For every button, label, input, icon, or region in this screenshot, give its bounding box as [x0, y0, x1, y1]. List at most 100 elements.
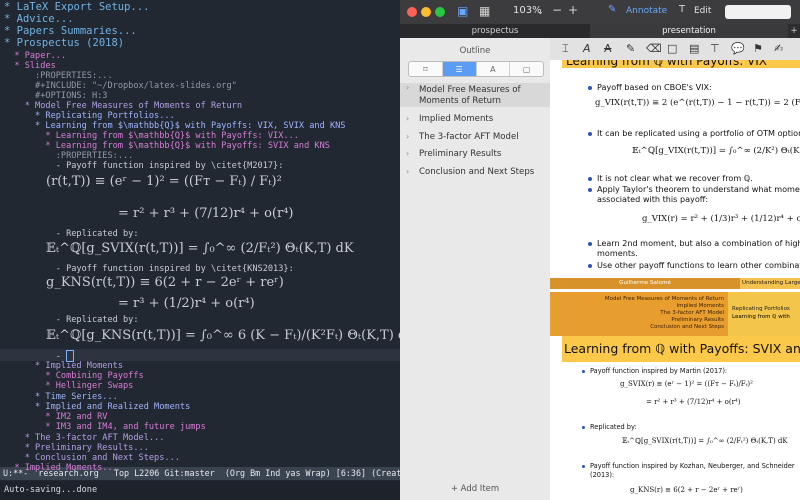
- tab-prospectus[interactable]: prospectus: [400, 24, 590, 38]
- nav-section-link[interactable]: Preliminary Results: [671, 317, 724, 323]
- outline-item-aft-model[interactable]: › The 3-factor AFT Model: [400, 132, 550, 144]
- footer-title: Understanding Large: [740, 278, 800, 289]
- zoom-window-button[interactable]: [435, 7, 445, 17]
- slide-equation: g_VIX(r) = r² + (1/3)r³ + (1/12)r⁴ + o(r…: [642, 214, 800, 224]
- org-list-item: - Replicated by:: [4, 315, 139, 325]
- org-properties-drawer[interactable]: :PROPERTIES:...: [4, 71, 113, 81]
- tab-bar: prospectus presentation +: [400, 24, 800, 38]
- edit-text-icon[interactable]: T: [679, 4, 685, 15]
- nav-section-link[interactable]: Model Free Measures of Moments of Return: [605, 296, 724, 302]
- org-list-item: - Payoff function inspired by \citet{M20…: [4, 161, 284, 171]
- org-heading[interactable]: * IM2 and RV: [4, 412, 107, 422]
- org-keyword-line: #+INCLUDE: "~/Dropbox/latex-slides.org": [4, 81, 237, 91]
- org-heading[interactable]: * IM3 and IM4, and future jumps: [4, 422, 205, 432]
- slide-bullet: Apply Taylor's theorem to understand wha…: [588, 184, 800, 194]
- slide-bullet: Payoff function inspired by Martin (2017…: [582, 367, 727, 375]
- chevron-right-icon[interactable]: ›: [406, 167, 409, 176]
- text-box-icon[interactable]: ⊤: [710, 42, 720, 55]
- comment-icon[interactable]: 💬: [731, 42, 745, 55]
- org-heading[interactable]: * Advice...: [4, 13, 74, 25]
- outline-item-preliminary-results[interactable]: › Preliminary Results: [400, 149, 550, 161]
- annotate-pen-icon[interactable]: ✎: [608, 4, 616, 15]
- new-tab-button[interactable]: +: [788, 24, 800, 38]
- org-heading[interactable]: * Prospectus (2018): [4, 37, 124, 49]
- annotation-toolbar: ⌶ A A ✎ ⌫ □ ▤ ⊤ 💬 ⚑ ✍: [550, 38, 800, 61]
- text-select-icon[interactable]: ⌶: [562, 42, 569, 56]
- chevron-right-icon[interactable]: ›: [406, 132, 409, 141]
- org-buffer[interactable]: * LaTeX Export Setup... * Advice... * Pa…: [0, 0, 400, 464]
- chevron-right-icon[interactable]: ›: [406, 114, 409, 123]
- text-style-icon[interactable]: A: [583, 42, 591, 55]
- pdf-page[interactable]: Learning from ℚ with Payoffs: VIX Payoff…: [550, 60, 800, 500]
- sidebar-toggle-icon[interactable]: ▣: [457, 4, 468, 18]
- footer-author: Guilherme Salomé: [550, 278, 740, 289]
- outline-sidebar: Outline ⌑ ☰ A ▢ › Model Free Measures of…: [400, 38, 551, 500]
- org-heading[interactable]: * Time Series...: [4, 392, 118, 402]
- edit-button[interactable]: Edit: [694, 6, 711, 16]
- thumbnail-grid-icon[interactable]: ▦: [479, 4, 490, 18]
- emacs-window[interactable]: * LaTeX Export Setup... * Advice... * Pa…: [0, 0, 400, 500]
- pdf-viewer-window[interactable]: ▣ ▦ 103% ⌄ − + ✎ Annotate T Edit prospec…: [400, 0, 800, 500]
- org-heading[interactable]: * Implied Moments...: [4, 463, 117, 473]
- note-icon[interactable]: ▤: [689, 42, 699, 55]
- nav-section-link[interactable]: Implied Moments: [676, 303, 724, 309]
- slide-equation: g_SVIX(r) ≡ (eʳ − 1)² = ((Fᴛ − Fₜ)/Fₜ)²: [620, 380, 753, 388]
- org-heading[interactable]: * Slides: [4, 61, 55, 71]
- close-window-button[interactable]: [407, 7, 417, 17]
- org-heading[interactable]: * Implied and Realized Moments: [4, 402, 190, 412]
- org-heading[interactable]: * The 3-factor AFT Model...: [4, 433, 165, 443]
- annotations-icon[interactable]: A: [477, 62, 511, 76]
- chevron-right-icon[interactable]: ›: [406, 149, 409, 158]
- slide-title-vix: Learning from ℚ with Payoffs: VIX: [562, 60, 800, 68]
- outline-item-conclusion[interactable]: › Conclusion and Next Steps: [400, 167, 550, 179]
- org-heading[interactable]: * LaTeX Export Setup...: [4, 1, 149, 13]
- slide-bullet: Replicated by:: [582, 423, 637, 431]
- org-heading[interactable]: * Implied Moments: [4, 361, 123, 371]
- nav-subsection-link[interactable]: Learning from ℚ with: [732, 314, 790, 320]
- org-heading[interactable]: * Combining Payoffs: [4, 371, 143, 381]
- eraser-icon[interactable]: ⌫: [646, 42, 662, 55]
- org-list-item: - Payoff function inspired by \citet{KNS…: [4, 264, 294, 274]
- outline-list-icon[interactable]: ☰: [442, 62, 477, 76]
- nav-section-link[interactable]: Conclusion and Next Steps: [650, 324, 724, 330]
- shape-icon[interactable]: □: [667, 42, 677, 55]
- org-heading[interactable]: * Learning from $\mathbb{Q}$ with Payoff…: [4, 121, 345, 131]
- beamer-navigation-header: Model Free Measures of Moments of Return…: [550, 292, 800, 336]
- bookmark-icon[interactable]: ⌑: [409, 62, 443, 76]
- search-input[interactable]: [725, 5, 791, 19]
- slide-equation: 𝔼ₜ^ℚ[g_SVIX(r(t,T))] = ∫₀^∞ (2/Fₜ²) Θₜ(K…: [622, 437, 788, 445]
- pen-icon[interactable]: ✎: [626, 42, 635, 55]
- nav-subsection-link[interactable]: Replicating Portfolios: [732, 306, 790, 312]
- org-heading[interactable]: * Learning from $\mathbb{Q}$ with Payoff…: [4, 131, 299, 141]
- org-heading[interactable]: * Learning from $\mathbb{Q}$ with Payoff…: [4, 141, 330, 151]
- org-properties-drawer[interactable]: :PROPERTIES:...: [4, 151, 134, 161]
- org-heading[interactable]: * Hellinger Swaps: [4, 381, 133, 391]
- slide-bullet: It can be replicated using a portfolio o…: [588, 128, 800, 138]
- minimize-window-button[interactable]: [421, 7, 431, 17]
- title-bar: ▣ ▦ 103% ⌄ − + ✎ Annotate T Edit: [400, 0, 800, 24]
- annotate-button[interactable]: Annotate: [626, 6, 667, 16]
- org-heading[interactable]: * Papers Summaries...: [4, 25, 137, 37]
- tab-presentation[interactable]: presentation: [590, 24, 788, 38]
- org-heading[interactable]: * Replicating Portfolios...: [4, 111, 175, 121]
- page-thumbnail-icon[interactable]: ▢: [510, 62, 543, 76]
- zoom-out-icon[interactable]: −: [552, 3, 562, 17]
- outline-item-implied-moments[interactable]: › Implied Moments: [400, 114, 550, 126]
- org-heading[interactable]: * Preliminary Results...: [4, 443, 149, 453]
- chevron-down-icon[interactable]: ⌄: [537, 7, 544, 16]
- list-bullet: -: [4, 351, 67, 362]
- strikethrough-icon[interactable]: A: [604, 42, 612, 55]
- nav-section-link[interactable]: The 3-factor AFT Model: [660, 310, 724, 316]
- signature-icon[interactable]: ✍: [774, 42, 783, 55]
- zoom-in-icon[interactable]: +: [568, 3, 578, 17]
- minibuffer[interactable]: Auto-saving...done: [0, 481, 400, 500]
- org-heading[interactable]: * Conclusion and Next Steps...: [4, 453, 180, 463]
- stamp-icon[interactable]: ⚑: [753, 42, 763, 55]
- org-heading[interactable]: * Model Free Measures of Moments of Retu…: [4, 101, 242, 111]
- add-item-button[interactable]: + Add Item: [400, 484, 550, 494]
- org-heading[interactable]: * Paper...: [4, 51, 66, 61]
- slide-bullet: It is not clear what we recover from ℚ.: [588, 173, 800, 183]
- outline-item-model-free[interactable]: › Model Free Measures of Moments of Retu…: [400, 83, 550, 107]
- org-list-item: - Replicated by:: [4, 229, 139, 239]
- chevron-right-icon[interactable]: ›: [406, 83, 409, 92]
